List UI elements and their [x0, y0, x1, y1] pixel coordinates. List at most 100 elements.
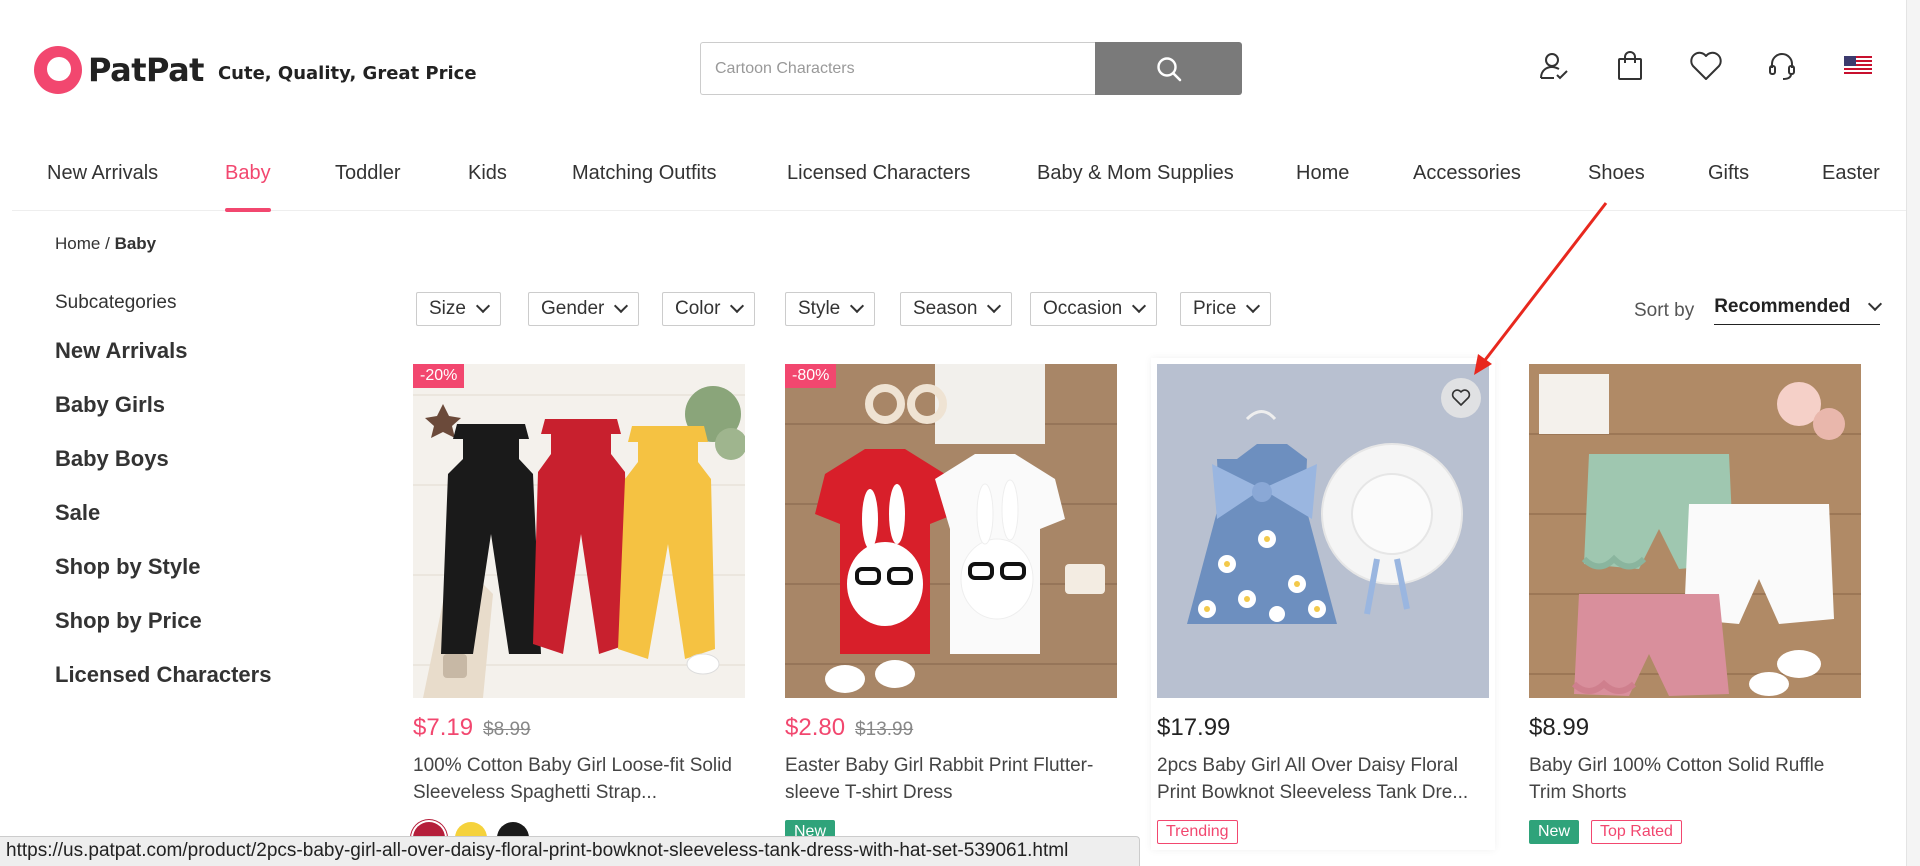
search-bar	[700, 42, 1242, 95]
subcategory-sidebar: Subcategories New Arrivals Baby Girls Ba…	[55, 292, 271, 716]
price-row: $7.19 $8.99	[413, 714, 745, 744]
product-tags: New Top Rated	[1529, 820, 1861, 844]
product-title[interactable]: 2pcs Baby Girl All Over Daisy Floral Pri…	[1157, 752, 1489, 806]
original-price: $8.99	[483, 719, 531, 740]
filter-color[interactable]: Color	[662, 292, 756, 326]
filter-price[interactable]: Price	[1180, 292, 1272, 326]
search-icon	[1156, 56, 1181, 81]
product-title[interactable]: Baby Girl 100% Cotton Solid Ruffle Trim …	[1529, 752, 1861, 806]
product-price: $2.80	[785, 714, 846, 741]
product-title[interactable]: Easter Baby Girl Rabbit Print Flutter-sl…	[785, 752, 1117, 806]
product-price: $7.19	[413, 714, 474, 741]
sort-select[interactable]: Recommended	[1714, 296, 1883, 325]
sort-value: Recommended	[1714, 296, 1851, 317]
header-icons	[1536, 48, 1876, 84]
price-row: $2.80 $13.99	[785, 714, 1117, 744]
nav-item-licensed-characters[interactable]: Licensed Characters	[787, 135, 970, 211]
nav-item-shoes[interactable]: Shoes	[1588, 135, 1645, 211]
nav-item-home[interactable]: Home	[1296, 135, 1349, 211]
product-price: $17.99	[1157, 714, 1231, 741]
wishlist-button[interactable]	[1441, 378, 1481, 418]
filter-size[interactable]: Size	[416, 292, 501, 326]
search-button[interactable]	[1095, 42, 1242, 95]
product-price: $8.99	[1529, 714, 1590, 741]
nav-item-accessories[interactable]: Accessories	[1413, 135, 1521, 211]
product-card[interactable]: -80% $2.80 $13.99 Easter Baby Girl Rabbi…	[785, 364, 1117, 844]
nav-item-easter[interactable]: Easter	[1822, 135, 1880, 211]
product-photo-rompers	[413, 364, 745, 698]
logo-mark-icon	[34, 46, 82, 94]
product-image[interactable]: -80%	[785, 364, 1117, 698]
product-photo-rabbit-dress	[785, 364, 1117, 698]
sidebar-item-shop-by-price[interactable]: Shop by Price	[55, 608, 271, 662]
chevron-down-icon	[987, 298, 1002, 314]
sidebar-item-licensed-characters[interactable]: Licensed Characters	[55, 662, 271, 716]
filter-occasion[interactable]: Occasion	[1030, 292, 1158, 326]
nav-item-matching-outfits[interactable]: Matching Outfits	[572, 135, 717, 211]
nav-item-toddler[interactable]: Toddler	[335, 135, 401, 211]
nav-item-baby-mom-supplies[interactable]: Baby & Mom Supplies	[1037, 135, 1234, 211]
customer-service-icon[interactable]	[1764, 48, 1800, 84]
nav-item-baby[interactable]: Baby	[225, 135, 271, 212]
sort-label: Sort by	[1634, 299, 1695, 321]
product-card[interactable]: -20% $7.19 $8.99 100% Cotton Baby Girl L…	[413, 364, 745, 854]
filter-style[interactable]: Style	[785, 292, 876, 326]
breadcrumb-separator: /	[105, 234, 110, 253]
chevron-down-icon	[614, 298, 629, 314]
sidebar-item-shop-by-style[interactable]: Shop by Style	[55, 554, 271, 608]
sidebar-item-baby-girls[interactable]: Baby Girls	[55, 392, 271, 446]
original-price: $13.99	[855, 719, 914, 740]
filter-label: Season	[913, 298, 978, 319]
chevron-down-icon	[1868, 296, 1883, 312]
nav-item-gifts[interactable]: Gifts	[1708, 135, 1749, 211]
chevron-down-icon	[1246, 298, 1261, 314]
vertical-scrollbar[interactable]	[1906, 0, 1920, 866]
sidebar-item-new-arrivals[interactable]: New Arrivals	[55, 338, 271, 392]
tag-top-rated: Top Rated	[1591, 820, 1682, 844]
price-row: $17.99	[1157, 714, 1489, 744]
site-header: PatPat Cute, Quality, Great Price	[0, 0, 1920, 135]
filter-label: Size	[429, 298, 466, 319]
filter-label: Color	[675, 298, 721, 319]
nav-item-new-arrivals[interactable]: New Arrivals	[47, 135, 158, 211]
product-photo-ruffle-shorts	[1529, 364, 1861, 698]
breadcrumb: Home / Baby	[55, 234, 156, 254]
sidebar-item-sale[interactable]: Sale	[55, 500, 271, 554]
product-title[interactable]: 100% Cotton Baby Girl Loose-fit Solid Sl…	[413, 752, 745, 806]
filter-label: Gender	[541, 298, 605, 319]
filter-season[interactable]: Season	[900, 292, 1013, 326]
brand-tagline: Cute, Quality, Great Price	[217, 62, 477, 84]
product-image[interactable]	[1529, 364, 1861, 698]
filter-label: Occasion	[1043, 298, 1123, 319]
chevron-down-icon	[475, 298, 491, 314]
filter-label: Price	[1193, 298, 1237, 319]
us-flag-icon[interactable]	[1840, 48, 1876, 84]
account-icon[interactable]	[1536, 48, 1572, 84]
main-nav: New Arrivals Baby Toddler Kids Matching …	[12, 135, 1908, 212]
chevron-down-icon	[850, 298, 865, 314]
shopping-bag-icon[interactable]	[1612, 48, 1648, 84]
product-photo-daisy-dress	[1157, 364, 1489, 698]
discount-badge: -20%	[413, 364, 465, 388]
product-card[interactable]: $17.99 2pcs Baby Girl All Over Daisy Flo…	[1157, 364, 1489, 844]
product-image[interactable]: -20%	[413, 364, 745, 698]
nav-item-kids[interactable]: Kids	[468, 135, 507, 211]
breadcrumb-current: Baby	[114, 234, 157, 253]
product-image[interactable]	[1157, 364, 1489, 698]
sidebar-title: Subcategories	[55, 292, 177, 313]
discount-badge: -80%	[785, 364, 837, 388]
sidebar-item-baby-boys[interactable]: Baby Boys	[55, 446, 271, 500]
chevron-down-icon	[730, 298, 745, 314]
wishlist-heart-icon[interactable]	[1688, 48, 1724, 84]
browser-status-bar: https://us.patpat.com/product/2pcs-baby-…	[0, 836, 1140, 866]
brand-name: PatPat	[88, 51, 204, 89]
price-row: $8.99	[1529, 714, 1861, 744]
breadcrumb-home[interactable]: Home	[55, 234, 100, 253]
tag-new: New	[1529, 820, 1580, 844]
product-card[interactable]: $8.99 Baby Girl 100% Cotton Solid Ruffle…	[1529, 364, 1861, 844]
sort-control: Sort by Recommended	[1634, 296, 1883, 325]
patpat-logo[interactable]: PatPat Cute, Quality, Great Price	[34, 46, 477, 94]
product-tags: Trending	[1157, 820, 1489, 844]
filter-gender[interactable]: Gender	[528, 292, 640, 326]
search-input[interactable]	[700, 42, 1095, 95]
